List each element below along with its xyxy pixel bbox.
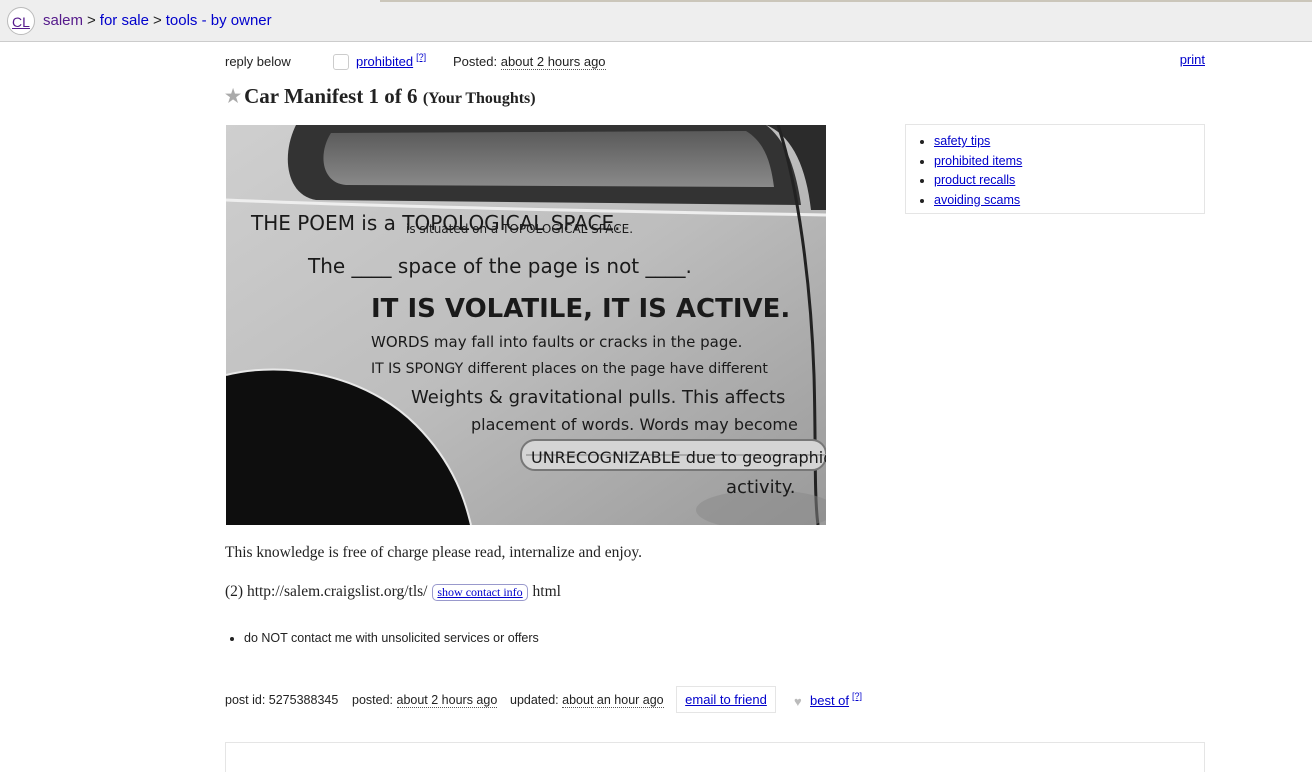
top-bar: CL salem > for sale > tools - by owner [0,0,1312,42]
prohibited-help-link[interactable]: [?] [416,52,426,62]
posted-label: Posted: [453,54,498,69]
reply-below-label: reply below [225,54,291,69]
post-id: post id: 5275388345 [225,693,339,707]
heart-icon[interactable]: ♥ [794,694,802,709]
photo-text-line-5: WORDS may fall into faults or cracks in … [371,333,742,351]
safety-item: avoiding scams [934,191,1204,211]
safety-tips-link[interactable]: safety tips [934,134,990,148]
safety-item: safety tips [934,132,1204,152]
photo-text-line-4: IT IS VOLATILE, IT IS ACTIVE. [371,294,790,324]
posting-title: ★ Car Manifest 1 of 6 (Your Thoughts) [225,84,536,109]
breadcrumb-separator: > [87,12,96,29]
product-recalls-link[interactable]: product recalls [934,173,1015,187]
post-updated-time: about an hour ago [562,693,664,708]
best-of-help-link[interactable]: [?] [852,691,862,701]
show-contact-info-button[interactable]: show contact info [432,584,528,601]
top-stripe [380,0,1312,2]
posted-date: Posted: about 2 hours ago [453,54,606,70]
photo-text-line-10: activity. [726,477,796,498]
prohibited-items-link[interactable]: prohibited items [934,154,1022,168]
print-link[interactable]: print [1180,52,1205,67]
post-updated: updated: about an hour ago [510,693,664,708]
photo-text-line-9: UNRECOGNIZABLE due to geographic [531,448,826,467]
safety-item: prohibited items [934,152,1204,172]
best-of-flag: best of [?] [810,691,862,708]
photo-text-line-6: IT IS SPONGY different places on the pag… [371,361,768,377]
photo-text-line-8: placement of words. Words may become [471,415,798,434]
car-door-image: THE POEM is a TOPOLOGICAL SPACE. is situ… [226,125,826,525]
best-of-link[interactable]: best of [810,693,849,708]
post-updated-label: updated: [510,693,559,707]
post-posted-time: about 2 hours ago [396,693,498,708]
post-posted-label: posted: [352,693,394,707]
footer-box [225,742,1205,772]
notice-item: do NOT contact me with unsolicited servi… [244,631,539,645]
photo-text-line-7: Weights & gravitational pulls. This affe… [411,387,785,408]
posting-title-text: Car Manifest 1 of 6 [244,84,418,108]
posting-title-suffix: (Your Thoughts) [422,90,536,107]
posting-body: This knowledge is free of charge please … [225,544,643,561]
breadcrumb-salem[interactable]: salem [43,12,83,29]
email-to-friend-button[interactable]: email to friend [676,686,776,713]
link-suffix: html [532,583,561,600]
prohibited-link[interactable]: prohibited [356,54,413,69]
notices-list: do NOT contact me with unsolicited servi… [232,631,539,645]
prohibited-flag: prohibited [?] [356,52,426,69]
post-posted: posted: about 2 hours ago [352,693,498,708]
post-info-bar: post id: 5275388345 posted: about 2 hour… [225,686,925,714]
posting-action-bar: reply below prohibited [?] Posted: about … [225,52,1205,72]
safety-item: product recalls [934,171,1204,191]
breadcrumb-tools-by-owner[interactable]: tools - by owner [166,12,272,29]
safety-links-box: safety tips prohibited items product rec… [905,124,1205,214]
breadcrumb: salem > for sale > tools - by owner [43,12,272,29]
breadcrumb-for-sale[interactable]: for sale [100,12,149,29]
posted-time: about 2 hours ago [500,54,606,70]
email-to-friend-link[interactable]: email to friend [685,692,767,707]
photo-text-line-2: is situated on a TOPOLOGICAL SPACE. [406,222,633,236]
avoiding-scams-link[interactable]: avoiding scams [934,193,1020,207]
link-prefix: (2) http://salem.craigslist.org/tls/ [225,583,428,600]
prohibited-flag-checkbox[interactable] [333,54,349,70]
photo-text-line-3: The ____ space of the page is not ____. [307,254,692,278]
favorite-star-icon[interactable]: ★ [225,86,241,106]
posting-link-line: (2) http://salem.craigslist.org/tls/ sho… [225,583,561,601]
breadcrumb-separator: > [152,12,162,29]
posting-photo[interactable]: THE POEM is a TOPOLOGICAL SPACE. is situ… [226,125,826,525]
craigslist-logo[interactable]: CL [7,7,35,35]
